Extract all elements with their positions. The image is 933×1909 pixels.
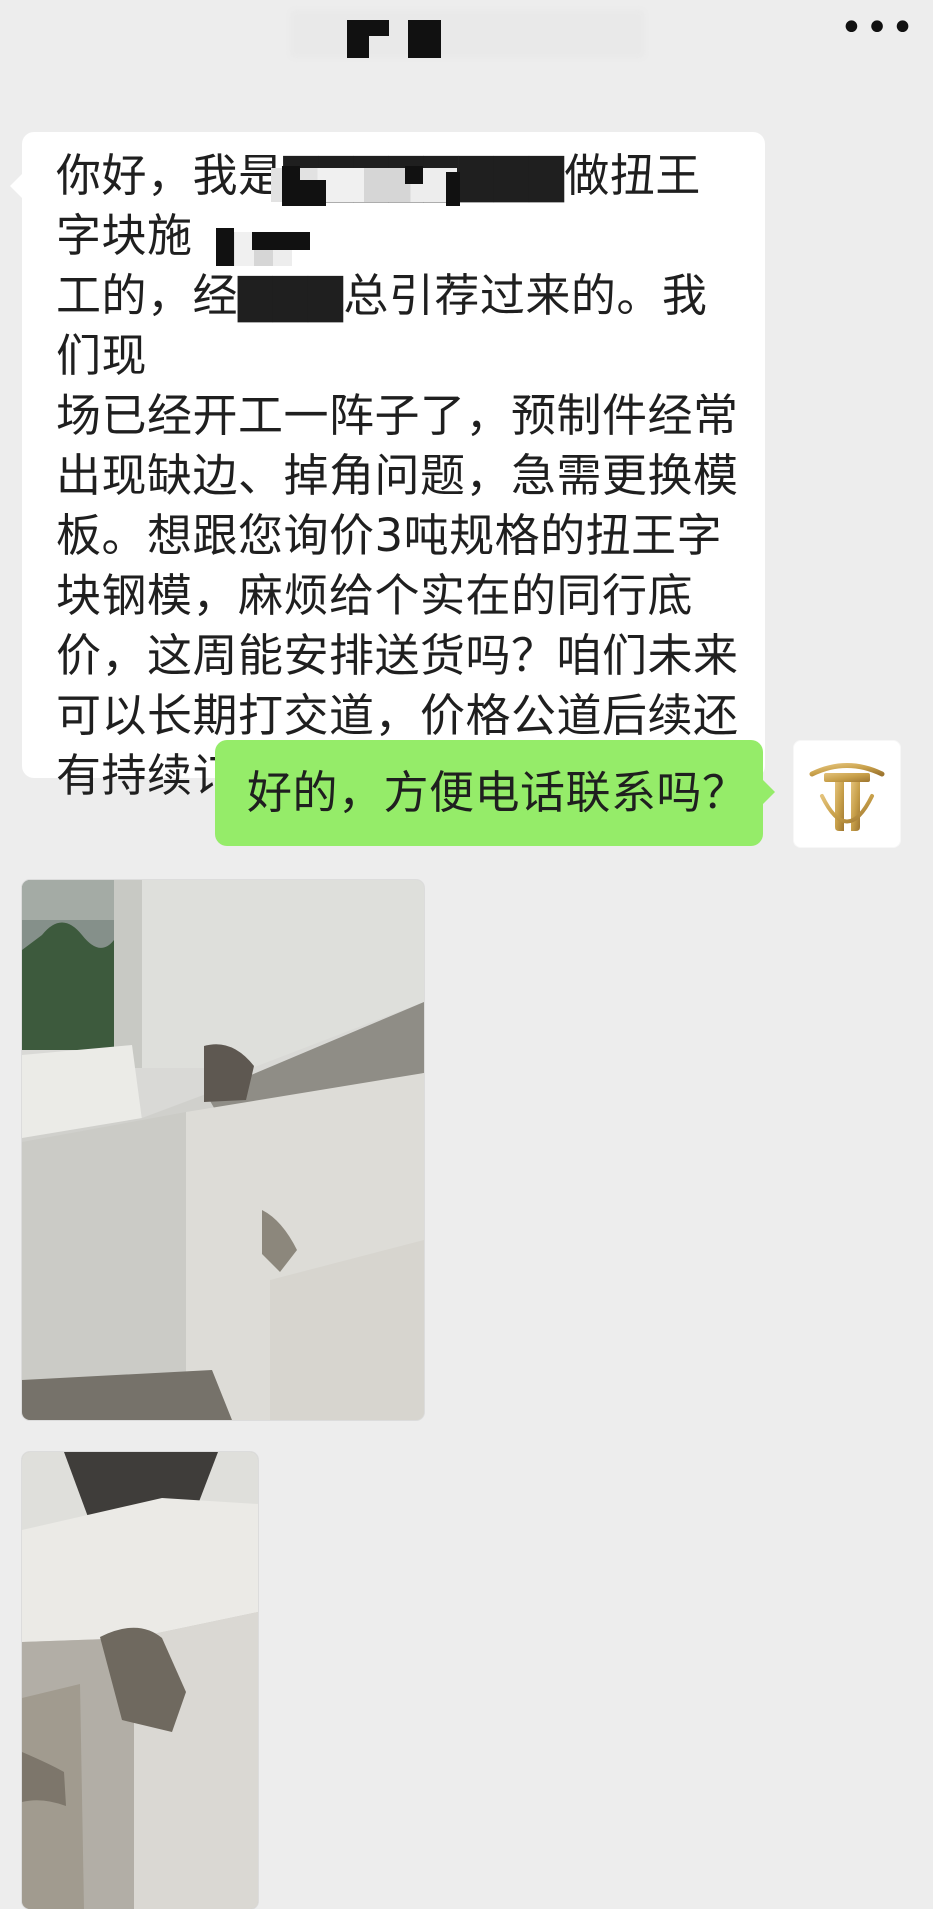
title-mosaic-1 — [347, 20, 369, 58]
gold-monogram-logo-icon — [809, 763, 885, 831]
concrete-block-photo-2 — [22, 1452, 258, 1909]
more-options-button[interactable]: ••• — [840, 8, 915, 58]
incoming-message-text: 你好，我是▇▇▇▇▇▇▇▇做扭王字块施 工的，经▇▇▇总引荐过来的。我们现 场已… — [56, 149, 739, 802]
referrer-redaction-1 — [216, 228, 234, 266]
concrete-block-photo-1 — [22, 880, 424, 1420]
name-redaction-3 — [405, 166, 423, 184]
more-icon: ••• — [839, 5, 917, 51]
chat-image-1[interactable] — [22, 880, 424, 1420]
chat-image-2[interactable] — [22, 1452, 258, 1909]
chat-header: ••• — [0, 0, 933, 72]
title-mosaic-2 — [369, 20, 389, 36]
title-mosaic-5 — [432, 20, 441, 58]
my-avatar[interactable] — [793, 740, 901, 848]
name-redaction-2 — [300, 180, 326, 206]
chat-screen: ••• 你好，我是▇▇▇▇▇▇▇▇做扭王字块施 工的，经▇▇▇总引荐过来的。我们… — [0, 0, 933, 1909]
title-redaction — [290, 10, 645, 58]
referrer-redaction-2 — [252, 232, 310, 250]
incoming-message-bubble[interactable]: 你好，我是▇▇▇▇▇▇▇▇做扭王字块施 工的，经▇▇▇总引荐过来的。我们现 场已… — [10, 132, 765, 802]
title-mosaic-3 — [408, 20, 432, 36]
outgoing-message-bubble[interactable]: 好的，方便电话联系吗？ — [215, 740, 775, 846]
name-redaction-1 — [282, 166, 300, 206]
outgoing-message-text: 好的，方便电话联系吗？ — [247, 766, 748, 819]
chat-message-list: 你好，我是▇▇▇▇▇▇▇▇做扭王字块施 工的，经▇▇▇总引荐过来的。我们现 场已… — [0, 72, 933, 1909]
name-redaction-4 — [446, 172, 460, 206]
